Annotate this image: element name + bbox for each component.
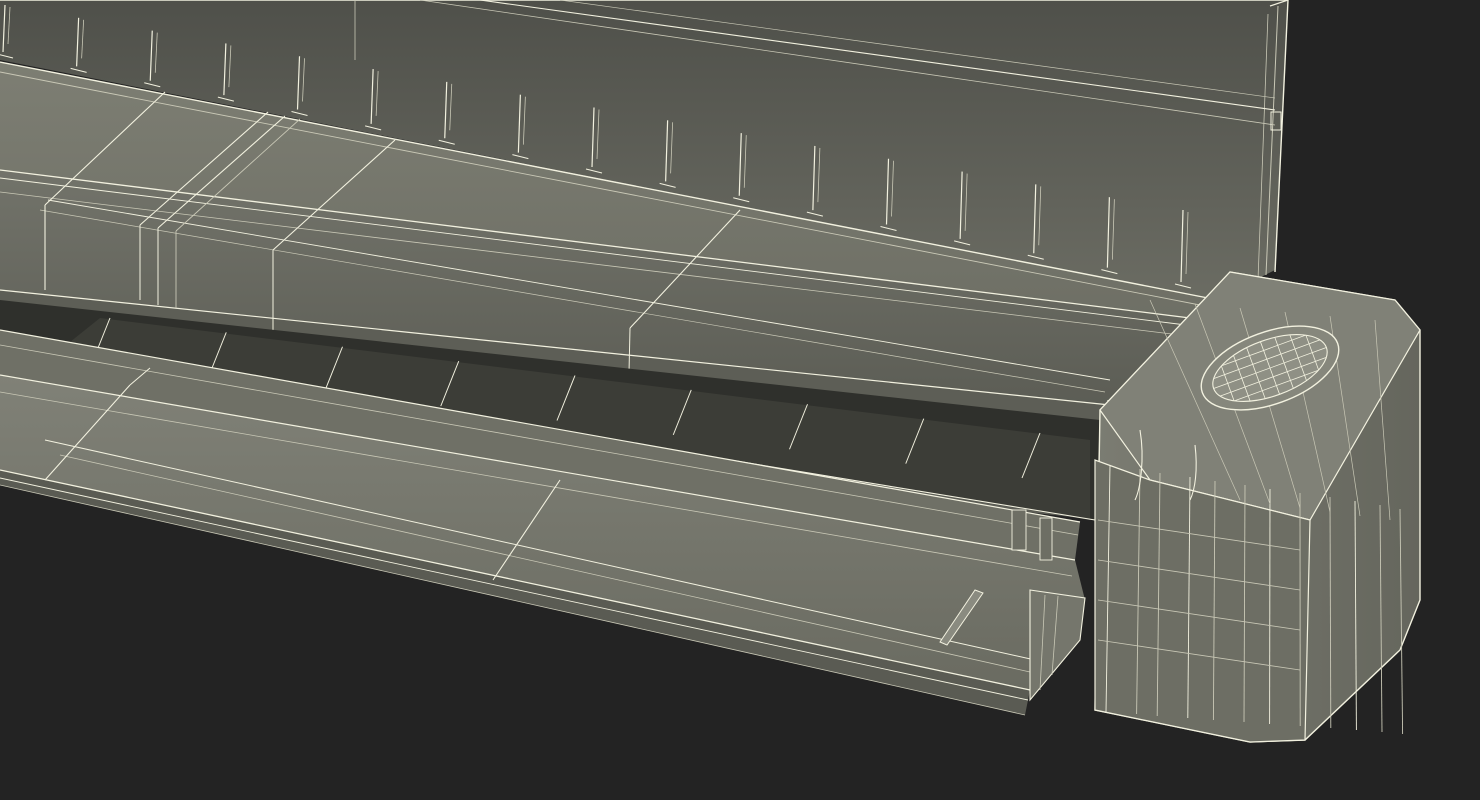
scanner-render [0,0,1480,800]
scanner-wireframe-svg [0,0,1421,743]
